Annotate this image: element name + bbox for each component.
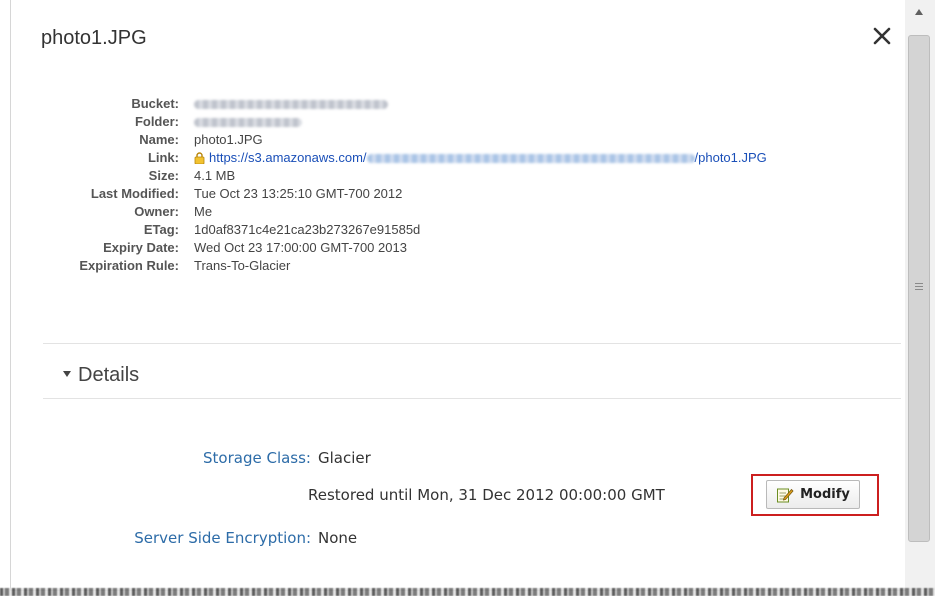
expiration-rule-value: Trans-To-Glacier — [194, 258, 291, 273]
server-side-encryption-label: Server Side Encryption: — [134, 529, 311, 547]
vertical-scrollbar[interactable] — [905, 0, 935, 590]
name-value: photo1.JPG — [194, 132, 263, 147]
etag-value: 1d0af8371c4e21ca23b273267e91585d — [194, 222, 421, 237]
section-divider — [43, 343, 901, 344]
storage-class-value: Glacier — [318, 449, 371, 467]
property-label: Owner: — [134, 204, 179, 219]
folder-value — [194, 114, 302, 130]
link-value: https://s3.amazonaws.com/ /photo1.JPG — [194, 150, 767, 166]
storage-class-label: Storage Class: — [203, 449, 311, 467]
dialog-title: photo1.JPG — [41, 27, 147, 49]
obscured-background-strip — [0, 588, 935, 596]
last-modified-value: Tue Oct 23 13:25:10 GMT-700 2012 — [194, 186, 403, 201]
details-header-label: Details — [78, 364, 140, 386]
lock-icon — [194, 152, 205, 165]
expiry-date-value: Wed Oct 23 17:00:00 GMT-700 2013 — [194, 240, 407, 255]
scroll-grip-icon — [915, 283, 923, 290]
modify-button[interactable]: Modify — [766, 480, 860, 509]
bucket-value — [194, 96, 388, 112]
scroll-up-arrow-icon[interactable] — [915, 9, 923, 15]
scroll-thumb[interactable] — [908, 35, 930, 542]
property-label: Folder: — [134, 114, 179, 129]
size-value: 4.1 MB — [194, 168, 236, 183]
owner-value: Me — [194, 204, 213, 219]
object-link[interactable]: https://s3.amazonaws.com/ /photo1.JPG — [209, 150, 767, 165]
link-suffix: /photo1.JPG — [694, 150, 767, 165]
modify-label: Modify — [800, 487, 850, 502]
edit-icon — [777, 488, 794, 502]
property-label: Name: — [139, 132, 179, 147]
restored-until-text: Restored until Mon, 31 Dec 2012 00:00:00… — [308, 486, 665, 504]
expand-triangle-icon — [63, 371, 71, 377]
property-label: Last Modified: — [90, 186, 179, 201]
server-side-encryption-value: None — [318, 529, 358, 547]
object-properties-dialog: photo1.JPG Bucket: Folder: Name: photo1.… — [10, 0, 906, 591]
link-prefix: https://s3.amazonaws.com/ — [209, 150, 367, 165]
property-label: Bucket: — [131, 96, 179, 111]
property-label: Expiration Rule: — [79, 258, 179, 273]
property-label: Expiry Date: — [103, 240, 179, 255]
details-section-toggle[interactable]: Details — [63, 364, 139, 387]
details-divider — [43, 398, 901, 399]
close-icon[interactable] — [868, 22, 896, 50]
property-label: ETag: — [143, 222, 179, 237]
property-label: Link: — [147, 150, 179, 165]
property-label: Size: — [148, 168, 179, 183]
